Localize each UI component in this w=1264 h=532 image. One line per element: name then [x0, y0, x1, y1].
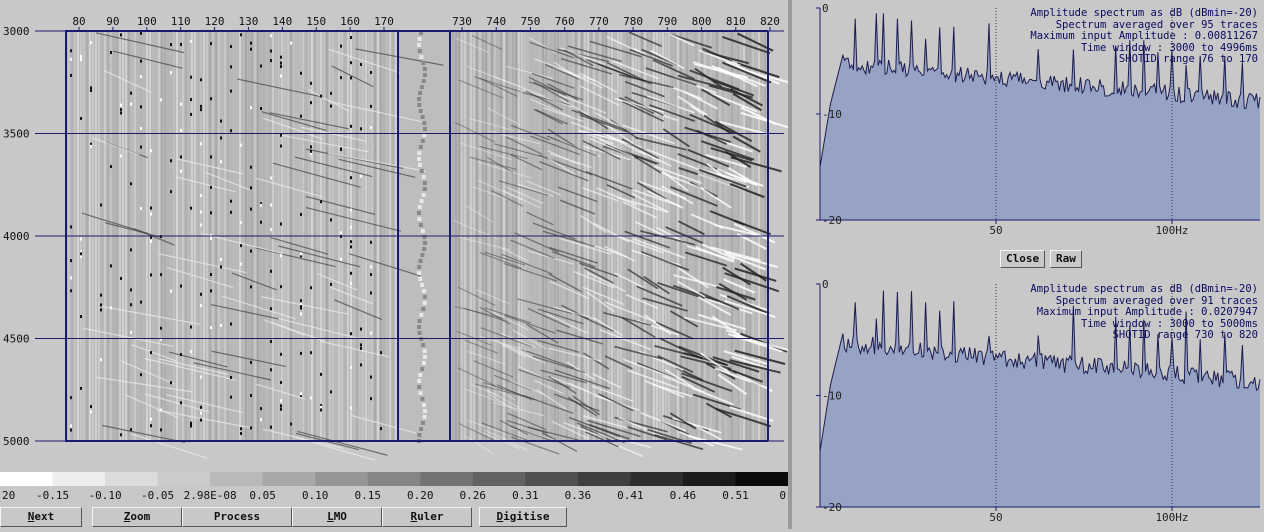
spectrum-x-label: 50	[989, 224, 1002, 237]
spectrum-y-label: 0	[822, 278, 829, 291]
trace-label: 790	[657, 15, 677, 28]
spectrum-controls: Close Raw	[792, 242, 1264, 276]
lmo-button[interactable]: LMO	[292, 507, 382, 527]
scale-label: -0.15	[36, 489, 69, 502]
scale-swatch	[157, 472, 211, 486]
scale-swatch	[525, 472, 579, 486]
trace-label: 90	[106, 15, 119, 28]
scale-swatch	[682, 472, 736, 486]
scale-swatch	[472, 472, 526, 486]
scale-label: 0.15	[354, 489, 381, 502]
seismic-panel[interactable]: 3000 3500 4000 4500 5000 80 90 100 110 120 130 140 1…	[0, 0, 788, 468]
digitise-button[interactable]: Digitise	[479, 507, 567, 527]
scale-label: 20	[2, 489, 15, 502]
scale-label: 0.46	[670, 489, 697, 502]
scale-label: 0	[779, 489, 786, 502]
spectrum-title: Amplitude spectrum as dB (dBmin=-20)	[1030, 283, 1258, 295]
spectrum-info-top: Amplitude spectrum as dB (dBmin=-20) Spe…	[1030, 7, 1258, 66]
trace-label: 780	[623, 15, 643, 28]
trace-label: 130	[239, 15, 259, 28]
spectrum-y-label: -10	[822, 108, 842, 121]
spectrum-panel-top: 0 -10 -20 50 100Hz Amplitude spectrum as dB …	[792, 0, 1264, 242]
spectrum-panel-bottom: 0 -10 -20 50 100Hz Amplitude spectrum as dB …	[792, 276, 1264, 529]
scale-swatch	[0, 472, 54, 486]
scale-swatch	[262, 472, 316, 486]
spectrum-info-bottom: Amplitude spectrum as dB (dBmin=-20) Spe…	[1030, 283, 1258, 342]
time-label: 4000	[3, 230, 30, 243]
spectrum-y-label: -20	[822, 501, 842, 514]
process-button[interactable]: Process	[182, 507, 292, 527]
trace-label: 120	[205, 15, 225, 28]
time-label: 5000	[3, 435, 30, 448]
time-label: 3500	[3, 128, 30, 141]
trace-label: 750	[521, 15, 541, 28]
trace-label: 170	[374, 15, 394, 28]
trace-label: 810	[726, 15, 746, 28]
seismic-section[interactable]: 3000 3500 4000 4500 5000 80 90 100 110 120 130 140 1…	[0, 0, 788, 468]
scale-swatch	[420, 472, 474, 486]
trace-label: 100	[137, 15, 157, 28]
trace-label: 80	[72, 15, 85, 28]
scale-label: -0.10	[89, 489, 122, 502]
scale-label: 0.26	[460, 489, 487, 502]
spectrum-max-amplitude: Maximum input Amplitude : 0.00811267	[1030, 30, 1258, 42]
spectrum-x-label: 50	[989, 511, 1002, 524]
spectrum-shotid-range: SHOTID range 730 to 820	[1112, 329, 1258, 341]
spectrum-x-label: 100Hz	[1155, 224, 1188, 237]
trace-label: 730	[452, 15, 472, 28]
spectrum-shotid-range: SHOTID range 76 to 170	[1118, 53, 1258, 65]
scale-swatch	[52, 472, 106, 486]
scale-label: 0.10	[302, 489, 329, 502]
scale-label: 0.05	[249, 489, 276, 502]
scale-label: 0.36	[565, 489, 592, 502]
trace-label: 110	[171, 15, 191, 28]
spectrum-y-label: -10	[822, 390, 842, 403]
next-button[interactable]: Next	[0, 507, 82, 527]
spectrum-y-label: 0	[822, 2, 829, 15]
spectrum-title: Amplitude spectrum as dB (dBmin=-20)	[1030, 7, 1258, 19]
spectrum-x-label: 100Hz	[1155, 511, 1188, 524]
scale-label: 2.98E-08	[184, 489, 237, 502]
trace-label: 770	[589, 15, 609, 28]
zoom-button[interactable]: Zoom	[92, 507, 182, 527]
time-label: 3000	[3, 25, 30, 38]
scale-swatch	[105, 472, 159, 486]
scale-swatch	[735, 472, 788, 486]
time-label: 4500	[3, 333, 30, 346]
trace-label: 760	[555, 15, 575, 28]
trace-label: 800	[692, 15, 712, 28]
spectrum-max-amplitude: Maximum input Amplitude : 0.0207947	[1036, 306, 1258, 318]
button-bar: Next Zoom Process LMO Ruler Digitise	[0, 505, 788, 529]
scale-label: 0.51	[722, 489, 749, 502]
ruler-button[interactable]: Ruler	[382, 507, 472, 527]
trace-label: 820	[760, 15, 780, 28]
trace-label: 740	[486, 15, 506, 28]
scale-swatch	[630, 472, 684, 486]
seismic-traces	[68, 31, 788, 461]
trace-label: 140	[272, 15, 292, 28]
scale-label: 0.31	[512, 489, 539, 502]
scale-label: 0.41	[617, 489, 644, 502]
scale-swatch	[210, 472, 264, 486]
trace-label: 150	[306, 15, 326, 28]
scale-label: -0.05	[141, 489, 174, 502]
amplitude-colour-scale: 20 -0.15 -0.10 -0.05 2.98E-08 0.05 0.10 0.15 0.2…	[0, 472, 788, 502]
raw-button[interactable]: Raw	[1050, 250, 1082, 268]
scale-swatch	[315, 472, 369, 486]
scale-label: 0.20	[407, 489, 434, 502]
scale-swatch	[367, 472, 421, 486]
scale-swatch	[577, 472, 631, 486]
close-button[interactable]: Close	[1000, 250, 1046, 268]
spectrum-y-label: -20	[822, 214, 842, 227]
trace-label: 160	[340, 15, 360, 28]
